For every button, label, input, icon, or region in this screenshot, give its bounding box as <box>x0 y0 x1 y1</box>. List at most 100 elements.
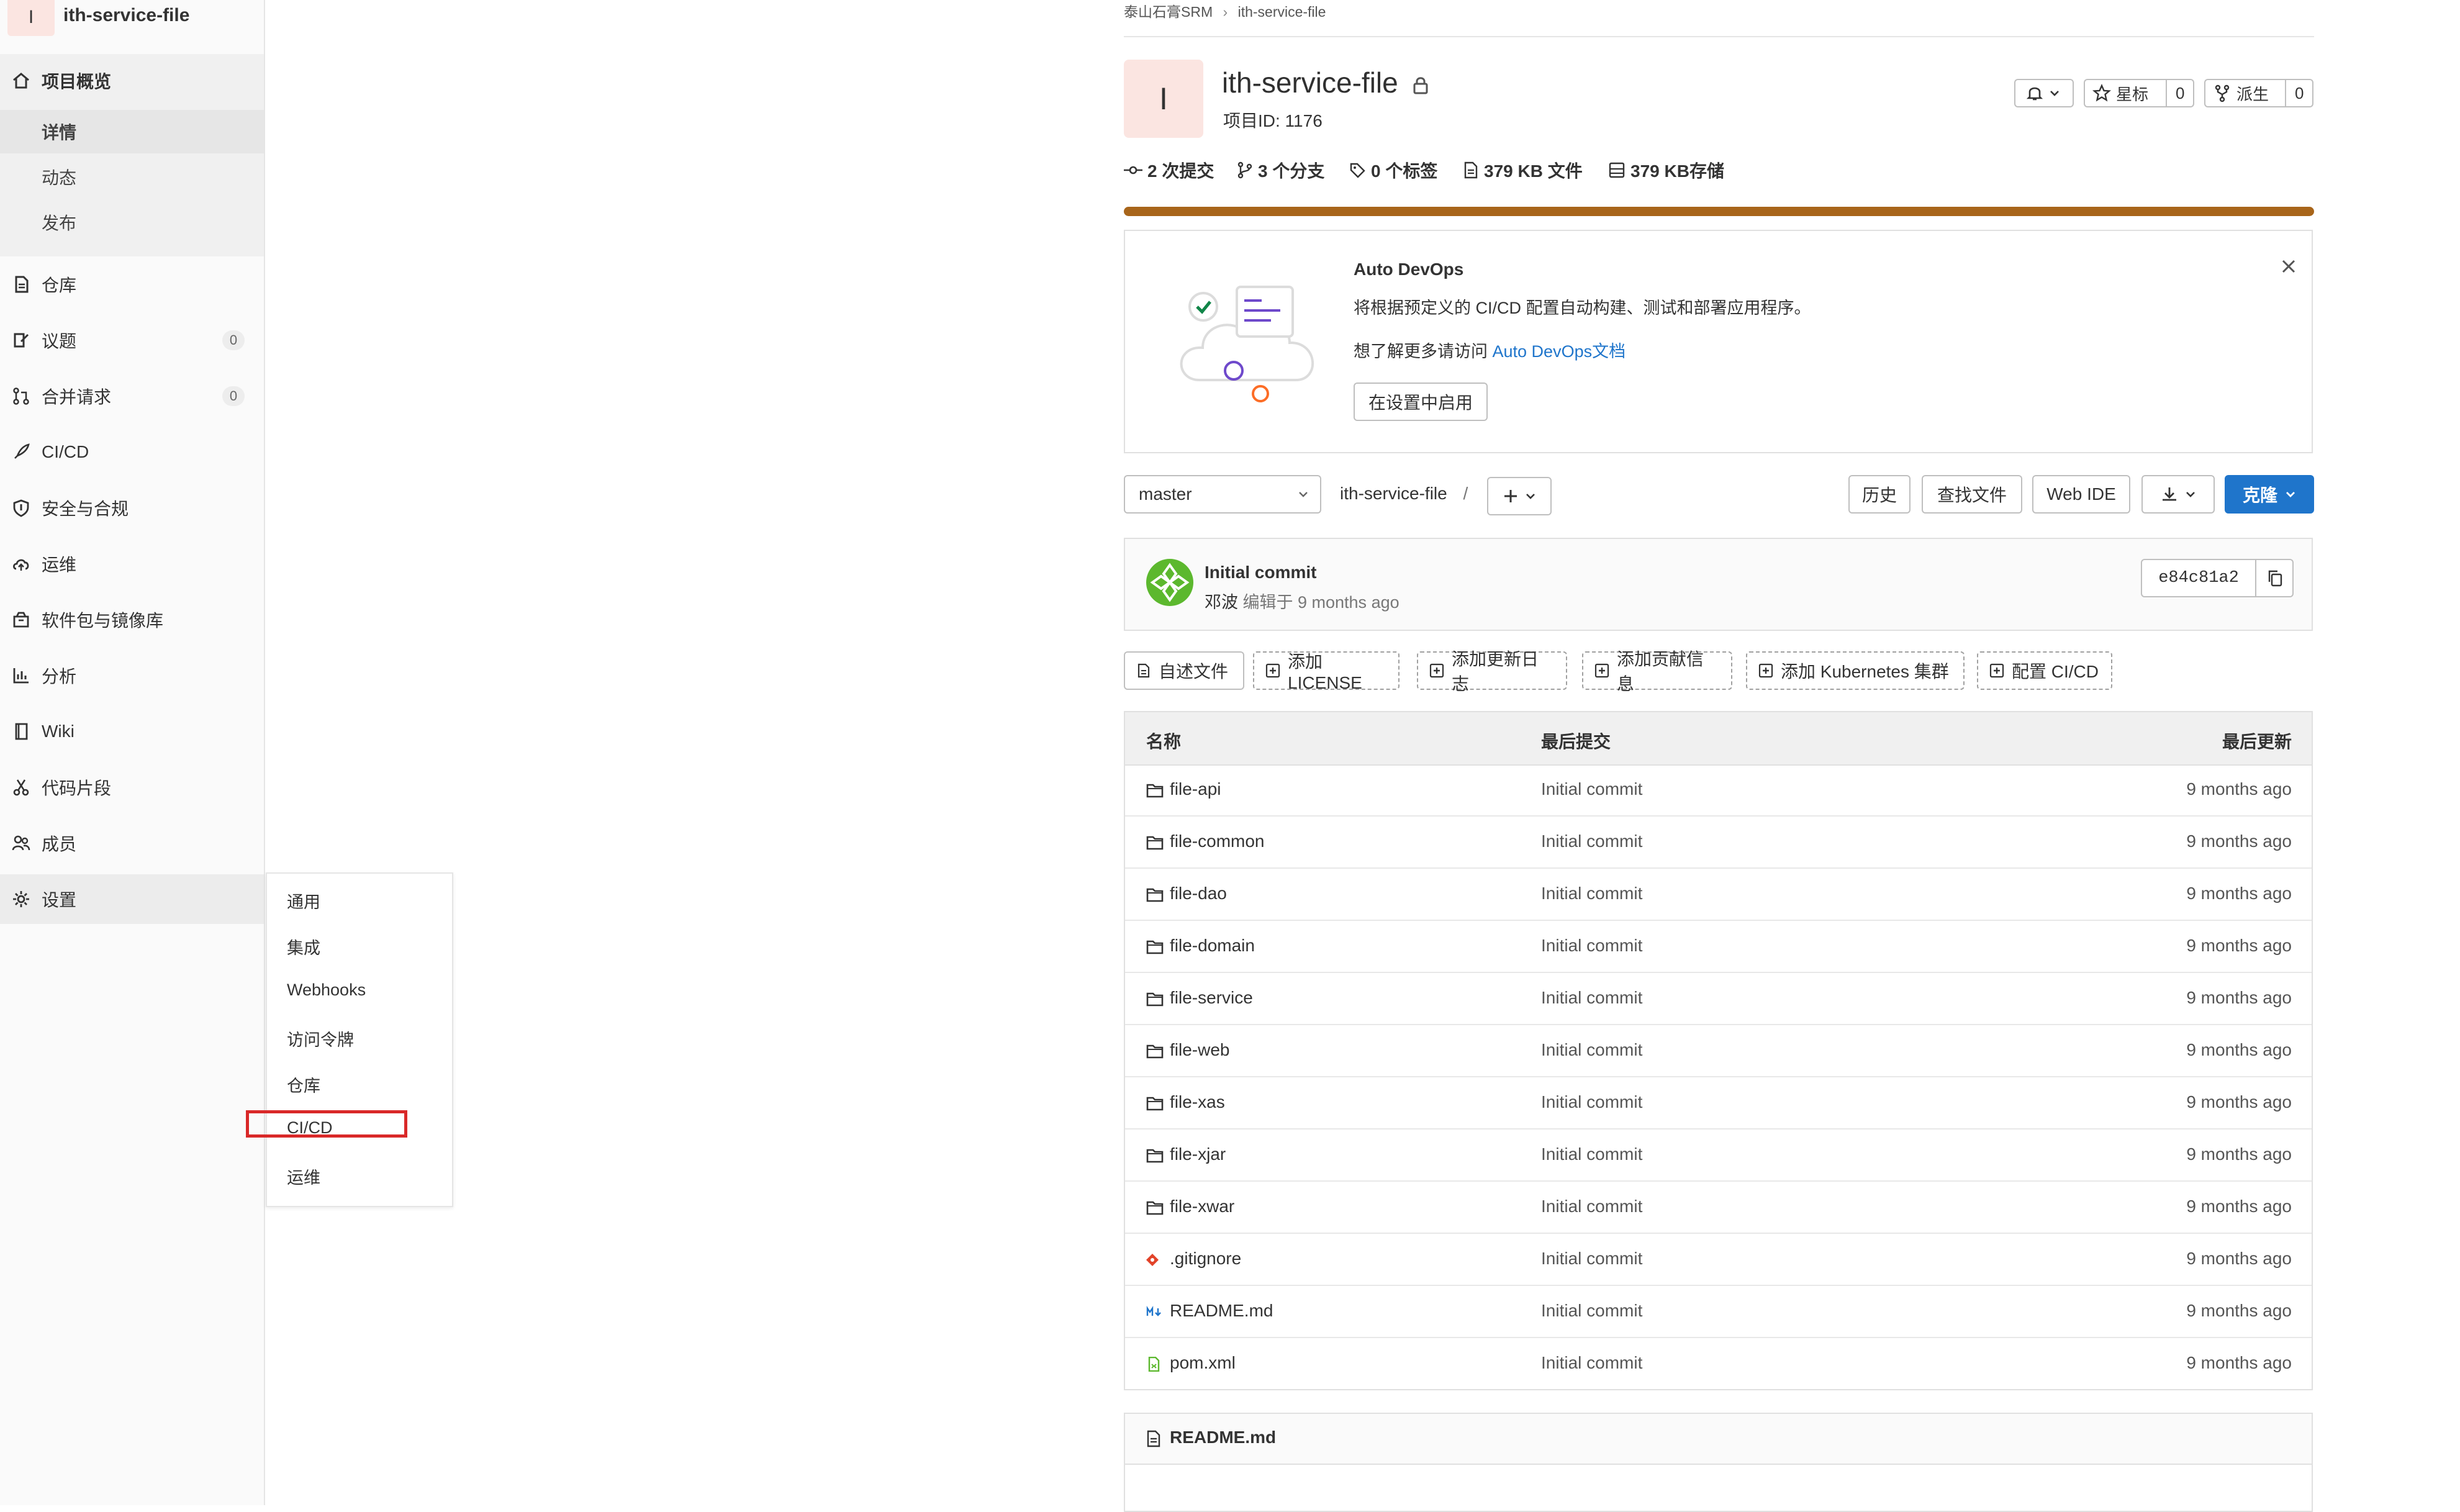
sidebar-item-merge-requests[interactable]: 合并请求 0 <box>0 371 264 421</box>
sidebar-item-settings[interactable]: 设置 <box>0 874 264 924</box>
file-name[interactable]: README.md <box>1170 1301 1273 1321</box>
flyout-item-repository[interactable]: 仓库 <box>287 1072 320 1097</box>
clone-dropdown[interactable]: 克隆 <box>2225 475 2314 514</box>
stat-storage[interactable]: 379 KB存储 <box>1608 158 1724 183</box>
find-file-button[interactable]: 查找文件 <box>1922 475 2022 514</box>
file-commit-message[interactable]: Initial commit <box>1541 1249 1642 1269</box>
table-row[interactable]: file-service Initial commit 9 months ago <box>1125 973 2312 1025</box>
quick-action-label: 添加更新日志 <box>1452 650 1539 694</box>
stat-files[interactable]: 379 KB 文件 <box>1463 158 1583 183</box>
file-commit-message[interactable]: Initial commit <box>1541 1353 1642 1373</box>
web-ide-button[interactable]: Web IDE <box>2032 475 2130 514</box>
sidebar-sub-activity[interactable]: 动态 <box>0 155 264 199</box>
sidebar-item-repository[interactable]: 仓库 <box>0 260 264 309</box>
file-commit-message[interactable]: Initial commit <box>1541 1092 1642 1112</box>
fork-button[interactable]: 派生 0 <box>2204 79 2313 107</box>
flyout-item-webhooks[interactable]: Webhooks <box>287 980 366 1000</box>
file-name[interactable]: pom.xml <box>1170 1353 1236 1373</box>
stat-tags[interactable]: 0 个标签 <box>1349 158 1437 183</box>
sidebar-item-issues[interactable]: 议题 0 <box>0 315 264 365</box>
commit-sha[interactable]: e84c81a2 <box>2141 559 2256 597</box>
table-row[interactable]: file-xwar Initial commit 9 months ago <box>1125 1182 2312 1234</box>
branch-selector[interactable]: master <box>1124 475 1321 514</box>
file-commit-message[interactable]: Initial commit <box>1541 936 1642 956</box>
file-commit-message[interactable]: Initial commit <box>1541 1144 1642 1164</box>
plus-square-icon <box>1989 663 2004 678</box>
table-row[interactable]: file-api Initial commit 9 months ago <box>1125 764 2312 817</box>
flyout-item-integrations[interactable]: 集成 <box>287 935 320 959</box>
file-name[interactable]: file-api <box>1170 779 1221 799</box>
table-row[interactable]: file-common Initial commit 9 months ago <box>1125 817 2312 869</box>
file-name[interactable]: file-xas <box>1170 1092 1225 1112</box>
file-commit-message[interactable]: Initial commit <box>1541 1197 1642 1216</box>
folder-icon <box>1146 1097 1164 1111</box>
commit-author[interactable]: 邓波 <box>1205 593 1238 612</box>
table-row[interactable]: file-xjar Initial commit 9 months ago <box>1125 1129 2312 1182</box>
add-changelog-button[interactable]: 添加更新日志 <box>1417 650 1567 694</box>
configure-cicd-button[interactable]: 配置 CI/CD <box>1977 651 2112 690</box>
sidebar-item-cicd[interactable]: CI/CD <box>0 427 264 477</box>
sidebar-item-overview[interactable]: 项目概览 <box>0 56 264 106</box>
table-row[interactable]: .gitignore Initial commit 9 months ago <box>1125 1234 2312 1286</box>
table-row[interactable]: file-domain Initial commit 9 months ago <box>1125 921 2312 973</box>
close-icon[interactable] <box>2281 258 2297 274</box>
file-name[interactable]: file-domain <box>1170 936 1255 956</box>
stat-commits[interactable]: 2 次提交 <box>1124 158 1214 183</box>
table-row[interactable]: file-dao Initial commit 9 months ago <box>1125 869 2312 921</box>
file-name[interactable]: .gitignore <box>1170 1249 1241 1269</box>
sidebar-item-packages[interactable]: 软件包与镜像库 <box>0 595 264 645</box>
file-name[interactable]: file-xjar <box>1170 1144 1226 1164</box>
file-commit-message[interactable]: Initial commit <box>1541 988 1642 1008</box>
star-button[interactable]: 星标 0 <box>2084 79 2194 107</box>
file-commit-message[interactable]: Initial commit <box>1541 831 1642 851</box>
breadcrumb-project[interactable]: ith-service-file <box>1238 4 1326 20</box>
sidebar-item-security[interactable]: 安全与合规 <box>0 483 264 533</box>
readme-file-button[interactable]: 自述文件 <box>1124 651 1244 690</box>
avatar[interactable] <box>1146 559 1193 606</box>
repo-path-name[interactable]: ith-service-file <box>1340 484 1447 503</box>
sidebar-sub-releases[interactable]: 发布 <box>0 201 264 244</box>
commit-message[interactable]: Initial commit <box>1205 563 1316 582</box>
stat-branches[interactable]: 3 个分支 <box>1237 158 1324 183</box>
file-commit-message[interactable]: Initial commit <box>1541 1301 1642 1321</box>
sidebar-item-operations[interactable]: 运维 <box>0 539 264 589</box>
table-row[interactable]: file-xas Initial commit 9 months ago <box>1125 1077 2312 1129</box>
flyout-item-operations[interactable]: 运维 <box>287 1164 320 1188</box>
file-name[interactable]: file-common <box>1170 831 1264 851</box>
file-name[interactable]: file-dao <box>1170 884 1227 903</box>
copy-sha-button[interactable] <box>2255 559 2294 597</box>
sidebar-item-snippets[interactable]: 代码片段 <box>0 763 264 812</box>
file-commit-message[interactable]: Initial commit <box>1541 884 1642 903</box>
file-name[interactable]: file-xwar <box>1170 1197 1234 1216</box>
file-commit-message[interactable]: Initial commit <box>1541 779 1642 799</box>
fork-icon <box>2215 84 2230 102</box>
file-name[interactable]: file-service <box>1170 988 1253 1008</box>
file-commit-message[interactable]: Initial commit <box>1541 1040 1642 1060</box>
table-row[interactable]: pom.xml Initial commit 9 months ago <box>1125 1338 2312 1390</box>
notification-dropdown[interactable] <box>2014 79 2074 107</box>
history-button[interactable]: 历史 <box>1848 475 1911 514</box>
add-kubernetes-button[interactable]: 添加 Kubernetes 集群 <box>1746 651 1965 690</box>
devops-docs-link[interactable]: Auto DevOps文档 <box>1493 342 1626 361</box>
sidebar-item-wiki[interactable]: Wiki <box>0 707 264 756</box>
flyout-item-general[interactable]: 通用 <box>287 889 320 913</box>
flyout-item-access-tokens[interactable]: 访问令牌 <box>287 1026 354 1051</box>
home-icon <box>13 73 29 89</box>
sidebar-project-header[interactable]: I ith-service-file <box>0 0 264 36</box>
readme-title: README.md <box>1170 1428 1277 1447</box>
enable-devops-button[interactable]: 在设置中启用 <box>1354 383 1488 421</box>
sidebar-item-label: 仓库 <box>42 276 77 295</box>
git-file-icon <box>1146 1254 1159 1266</box>
sidebar-item-label: 分析 <box>42 667 77 686</box>
table-row[interactable]: file-web Initial commit 9 months ago <box>1125 1025 2312 1077</box>
sidebar-sub-details[interactable]: 详情 <box>0 110 264 153</box>
add-contributing-button[interactable]: 添加贡献信息 <box>1582 650 1732 694</box>
download-dropdown[interactable] <box>2141 475 2215 514</box>
table-row[interactable]: README.md Initial commit 9 months ago <box>1125 1286 2312 1338</box>
sidebar-item-analytics[interactable]: 分析 <box>0 651 264 700</box>
add-license-button[interactable]: 添加LICENSE <box>1253 651 1400 692</box>
breadcrumb-group[interactable]: 泰山石膏SRM <box>1124 4 1213 20</box>
sidebar-item-members[interactable]: 成员 <box>0 818 264 868</box>
add-file-dropdown[interactable] <box>1487 477 1552 515</box>
file-name[interactable]: file-web <box>1170 1040 1229 1060</box>
